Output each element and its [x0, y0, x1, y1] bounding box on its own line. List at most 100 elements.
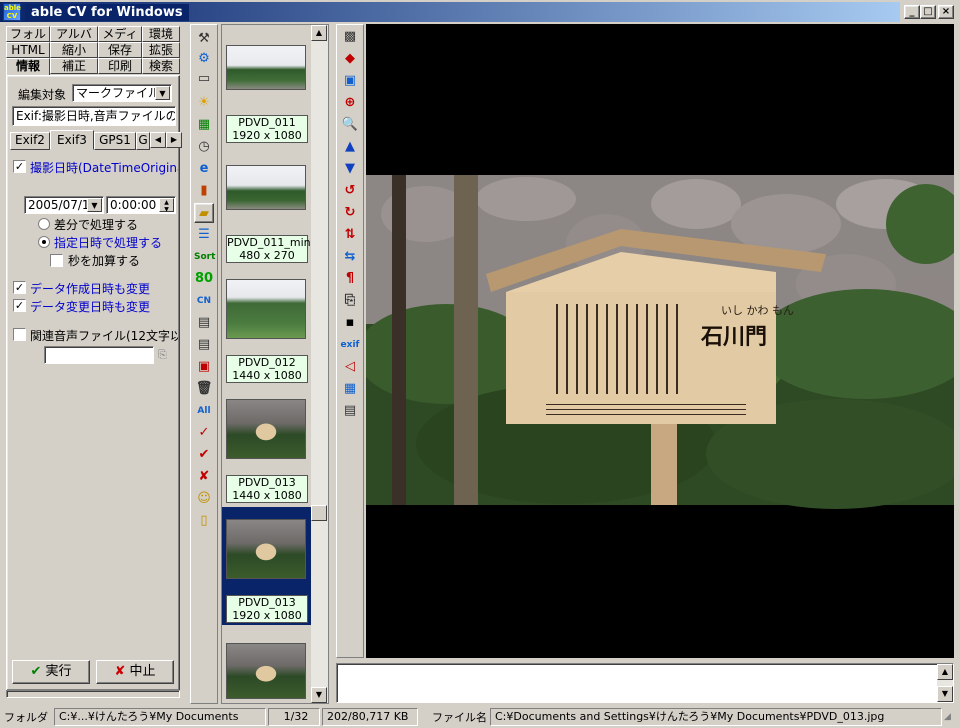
tool-check2-icon[interactable]: ✔: [194, 445, 214, 465]
tool-down-icon[interactable]: ▼: [340, 159, 360, 179]
tool-copy-icon[interactable]: ⎘: [340, 291, 360, 311]
thumbnail-strip[interactable]: PDVD_011 1920 x 1080 PDVD_011_mini 480 x…: [221, 24, 329, 704]
tool-page-icon[interactable]: ▤: [340, 401, 360, 421]
tool-all-icon[interactable]: All: [194, 401, 214, 421]
thumbnail-image[interactable]: [226, 165, 306, 210]
maximize-button[interactable]: □: [920, 5, 936, 19]
thumbnail-caption[interactable]: PDVD_011_mini 480 x 270: [226, 235, 314, 263]
radio-specified[interactable]: [38, 236, 50, 248]
subtab-more[interactable]: G: [136, 132, 150, 150]
tab-info[interactable]: 情報: [6, 58, 50, 76]
thumbnail-image[interactable]: [226, 279, 306, 339]
tool-network-icon[interactable]: ⚙: [194, 49, 214, 69]
tab-environment[interactable]: 環境: [142, 26, 180, 42]
tab-search[interactable]: 検索: [142, 58, 180, 74]
thumbnail-caption-selected[interactable]: PDVD_013 1920 x 1080: [226, 595, 308, 623]
cancel-button[interactable]: ✘ 中止: [96, 660, 174, 684]
related-audio-input[interactable]: [44, 346, 154, 364]
rotate-right-icon[interactable]: ↻: [340, 203, 360, 223]
tool-grid-icon[interactable]: ▩: [340, 27, 360, 47]
flip-vertical-icon[interactable]: ⇅: [340, 225, 360, 245]
tool-film-icon[interactable]: ▦: [340, 379, 360, 399]
close-button[interactable]: ×: [938, 5, 954, 19]
thumbnail-image[interactable]: [226, 399, 306, 459]
tool-up-icon[interactable]: ▲: [340, 137, 360, 157]
tool-image-icon[interactable]: ▦: [194, 115, 214, 135]
tool-user-icon[interactable]: ☺: [194, 489, 214, 509]
image-viewer[interactable]: いし かわ もん 石川門: [356, 24, 960, 658]
tab-extend[interactable]: 拡張: [142, 42, 180, 58]
tab-media[interactable]: メディア: [98, 26, 142, 55]
tool-window-icon[interactable]: ▭: [194, 69, 214, 89]
related-audio-checkbox[interactable]: [13, 328, 26, 341]
subtab-prev-button[interactable]: ◀: [150, 132, 166, 148]
save-icon[interactable]: ▪: [340, 313, 360, 333]
subtab-exif3[interactable]: Exif3: [50, 130, 94, 150]
browse-icon[interactable]: ⎘: [158, 348, 172, 362]
scroll-thumb[interactable]: [311, 505, 327, 521]
speaker-icon[interactable]: ◁: [340, 357, 360, 377]
tool-list-icon[interactable]: ☰: [194, 225, 214, 245]
tool-check-icon[interactable]: ✓: [194, 423, 214, 443]
tab-correct[interactable]: 補正: [50, 58, 98, 74]
change-created-checkbox[interactable]: ✓: [13, 281, 26, 294]
thumbnail-caption[interactable]: PDVD_012 1440 x 1080: [226, 355, 308, 383]
tool-ie-icon[interactable]: e: [194, 159, 214, 179]
tool-clock-icon[interactable]: ◷: [194, 137, 214, 157]
tool-sort-icon[interactable]: Sort: [194, 247, 215, 267]
tool-exif-icon[interactable]: exif: [340, 335, 360, 355]
trash-icon[interactable]: 🗑: [194, 379, 214, 399]
tool-tree-icon[interactable]: ⚒: [194, 29, 214, 49]
time-spinner[interactable]: ▲ ▼: [159, 198, 174, 213]
thumbnail-scrollbar[interactable]: [311, 25, 328, 703]
thumbnail-size: 1920 x 1080: [232, 129, 302, 142]
resize-grip-icon[interactable]: ◢: [944, 712, 956, 724]
tool-text-icon[interactable]: ¶: [340, 269, 360, 289]
minimize-button[interactable]: _: [904, 5, 920, 19]
rotate-left-icon[interactable]: ↺: [340, 181, 360, 201]
tab-save[interactable]: 保存: [98, 42, 142, 58]
tool-80-icon[interactable]: 80: [194, 269, 214, 289]
date-input[interactable]: 2005/07/16 ▼: [24, 196, 104, 214]
scroll-down-button[interactable]: ▼: [311, 687, 327, 703]
radio-diff[interactable]: [38, 218, 50, 230]
edit-target-select[interactable]: マークファイル ▼: [72, 84, 172, 102]
tool-doc-icon[interactable]: ▤: [194, 313, 214, 333]
zoom-icon[interactable]: 🔍: [340, 115, 360, 135]
subtab-gps1[interactable]: GPS1: [94, 132, 136, 150]
tool-copy-icon[interactable]: ▣: [194, 357, 214, 377]
tab-resize[interactable]: 縮小: [50, 42, 98, 58]
tab-folder[interactable]: フォルダ: [6, 26, 50, 55]
subtab-next-button[interactable]: ▶: [166, 132, 182, 148]
change-modified-checkbox[interactable]: ✓: [13, 299, 26, 312]
comment-textarea[interactable]: ▲ ▼: [336, 663, 954, 703]
tool-zoom-red-icon[interactable]: ⊕: [340, 93, 360, 113]
tool-shapes-icon[interactable]: ◆: [340, 49, 360, 69]
tool-frame-icon[interactable]: ▣: [340, 71, 360, 91]
tool-cn-icon[interactable]: CN: [194, 291, 214, 311]
thumbnail-caption[interactable]: PDVD_011 1920 x 1080: [226, 115, 308, 143]
subtab-exif2[interactable]: Exif2: [10, 132, 50, 150]
tab-album[interactable]: アルバム: [50, 26, 98, 55]
time-input[interactable]: 0:00:00 ▲ ▼: [106, 196, 176, 214]
scroll-up-button[interactable]: ▲: [311, 25, 327, 41]
execute-button[interactable]: ✔ 実行: [12, 660, 90, 684]
thumbnail-caption[interactable]: PDVD_013 1440 x 1080: [226, 475, 308, 503]
comment-scroll-up[interactable]: ▲: [937, 664, 953, 680]
app-icon[interactable]: able CV: [3, 3, 21, 21]
tab-html[interactable]: HTML: [6, 42, 50, 58]
capture-date-checkbox[interactable]: ✓: [13, 160, 26, 173]
tab-print[interactable]: 印刷: [98, 58, 142, 74]
tool-doc2-icon[interactable]: ▤: [194, 335, 214, 355]
thumbnail-image-selected[interactable]: [226, 519, 306, 579]
tool-folder-icon[interactable]: ▰: [194, 203, 214, 223]
tool-chart-icon[interactable]: ▮: [194, 181, 214, 201]
comment-scroll-down[interactable]: ▼: [937, 686, 953, 702]
tool-exit-icon[interactable]: ▯: [194, 511, 214, 531]
tool-cross-icon[interactable]: ✘: [194, 467, 214, 487]
thumbnail-image[interactable]: [226, 45, 306, 90]
tool-sun-icon[interactable]: ☀: [194, 93, 214, 113]
add-seconds-checkbox[interactable]: [50, 254, 63, 267]
thumbnail-image[interactable]: [226, 643, 306, 699]
flip-horizontal-icon[interactable]: ⇆: [340, 247, 360, 267]
